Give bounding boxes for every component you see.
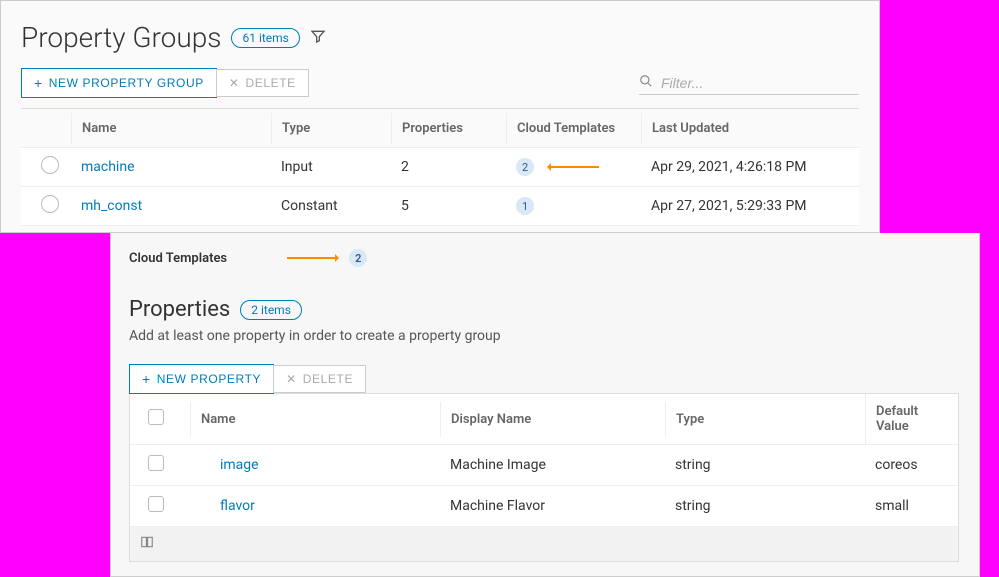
new-property-label: New Property: [157, 372, 261, 386]
properties-helper-text: Add at least one property in order to cr…: [129, 328, 959, 344]
table-row[interactable]: machine Input 2 2 Apr 29, 2021, 4:26:18 …: [21, 148, 859, 187]
col-display-name[interactable]: Display Name: [440, 402, 665, 437]
properties-table: Name Display Name Type Default Value ima…: [129, 393, 959, 562]
properties-title: Properties: [129, 297, 230, 322]
col-cloud-templates[interactable]: Cloud Templates: [506, 113, 641, 144]
table-row[interactable]: image Machine Image string coreos: [130, 445, 958, 486]
columns-icon[interactable]: [140, 535, 154, 553]
property-display-name: Machine Image: [440, 447, 665, 483]
filter-icon[interactable]: [310, 28, 326, 48]
filter-input[interactable]: [659, 74, 859, 92]
items-count-pill: 61 items: [231, 28, 299, 48]
close-icon: ✕: [286, 372, 297, 386]
row-radio[interactable]: [41, 195, 59, 213]
groups-toolbar: + New Property Group ✕ Delete: [21, 68, 859, 98]
delete-groups-label: Delete: [245, 76, 295, 90]
col-name[interactable]: Name: [71, 113, 271, 144]
property-default-value: small: [865, 488, 958, 524]
property-type: string: [665, 488, 865, 524]
cloud-templates-badge[interactable]: 2: [516, 158, 534, 176]
group-name-link[interactable]: machine: [81, 159, 135, 175]
group-type: Constant: [271, 190, 391, 222]
properties-count-pill: 2 items: [240, 300, 302, 320]
plus-icon: +: [34, 75, 43, 91]
cloud-templates-label: Cloud Templates: [129, 251, 227, 266]
property-groups-panel: Property Groups 61 items + New Property …: [0, 0, 880, 233]
plus-icon: +: [142, 371, 151, 387]
property-name-link[interactable]: flavor: [220, 498, 255, 514]
search-icon: [639, 74, 653, 92]
new-property-button[interactable]: + New Property: [129, 364, 274, 394]
property-name-link[interactable]: image: [220, 457, 259, 473]
new-property-group-label: New Property Group: [49, 76, 204, 90]
page-title: Property Groups: [21, 21, 221, 54]
annotation-arrow-icon: [549, 166, 599, 168]
col-type[interactable]: Type: [271, 113, 391, 144]
row-checkbox[interactable]: [148, 455, 164, 471]
col-name[interactable]: Name: [190, 402, 440, 437]
delete-property-button[interactable]: ✕ Delete: [273, 365, 366, 393]
group-last-updated: Apr 29, 2021, 4:26:18 PM: [641, 151, 859, 183]
page-title-row: Property Groups 61 items: [21, 21, 859, 54]
col-default-value[interactable]: Default Value: [865, 394, 958, 444]
delete-groups-button[interactable]: ✕ Delete: [216, 69, 309, 97]
properties-title-row: Properties 2 items: [129, 297, 959, 322]
properties-table-header: Name Display Name Type Default Value: [130, 394, 958, 445]
col-properties[interactable]: Properties: [391, 113, 506, 144]
col-last-updated[interactable]: Last Updated: [641, 113, 859, 144]
close-icon: ✕: [229, 76, 240, 90]
group-properties-count: 2: [391, 151, 506, 183]
property-display-name: Machine Flavor: [440, 488, 665, 524]
properties-table-footer: [130, 527, 958, 561]
property-default-value: coreos: [865, 447, 958, 483]
filter-search-box[interactable]: [639, 72, 859, 95]
row-radio[interactable]: [41, 156, 59, 174]
cloud-templates-badge[interactable]: 1: [516, 197, 534, 215]
group-type: Input: [271, 151, 391, 183]
group-detail-panel: Cloud Templates 2 Properties 2 items Add…: [110, 233, 980, 577]
cloud-templates-count-badge[interactable]: 2: [349, 249, 367, 267]
row-checkbox[interactable]: [148, 496, 164, 512]
groups-table-header: Name Type Properties Cloud Templates Las…: [21, 109, 859, 148]
groups-table: Name Type Properties Cloud Templates Las…: [21, 108, 859, 226]
group-properties-count: 5: [391, 190, 506, 222]
delete-property-label: Delete: [303, 372, 353, 386]
new-property-group-button[interactable]: + New Property Group: [21, 68, 217, 98]
properties-toolbar: + New Property ✕ Delete: [129, 364, 959, 394]
group-last-updated: Apr 27, 2021, 5:29:33 PM: [641, 190, 859, 222]
table-row[interactable]: mh_const Constant 5 1 Apr 27, 2021, 5:29…: [21, 187, 859, 226]
col-type[interactable]: Type: [665, 402, 865, 437]
cloud-templates-summary: Cloud Templates 2: [129, 249, 959, 267]
group-name-link[interactable]: mh_const: [81, 198, 142, 214]
property-type: string: [665, 447, 865, 483]
table-row[interactable]: flavor Machine Flavor string small: [130, 486, 958, 527]
select-all-checkbox[interactable]: [148, 409, 164, 425]
annotation-arrow-icon: [287, 257, 337, 259]
